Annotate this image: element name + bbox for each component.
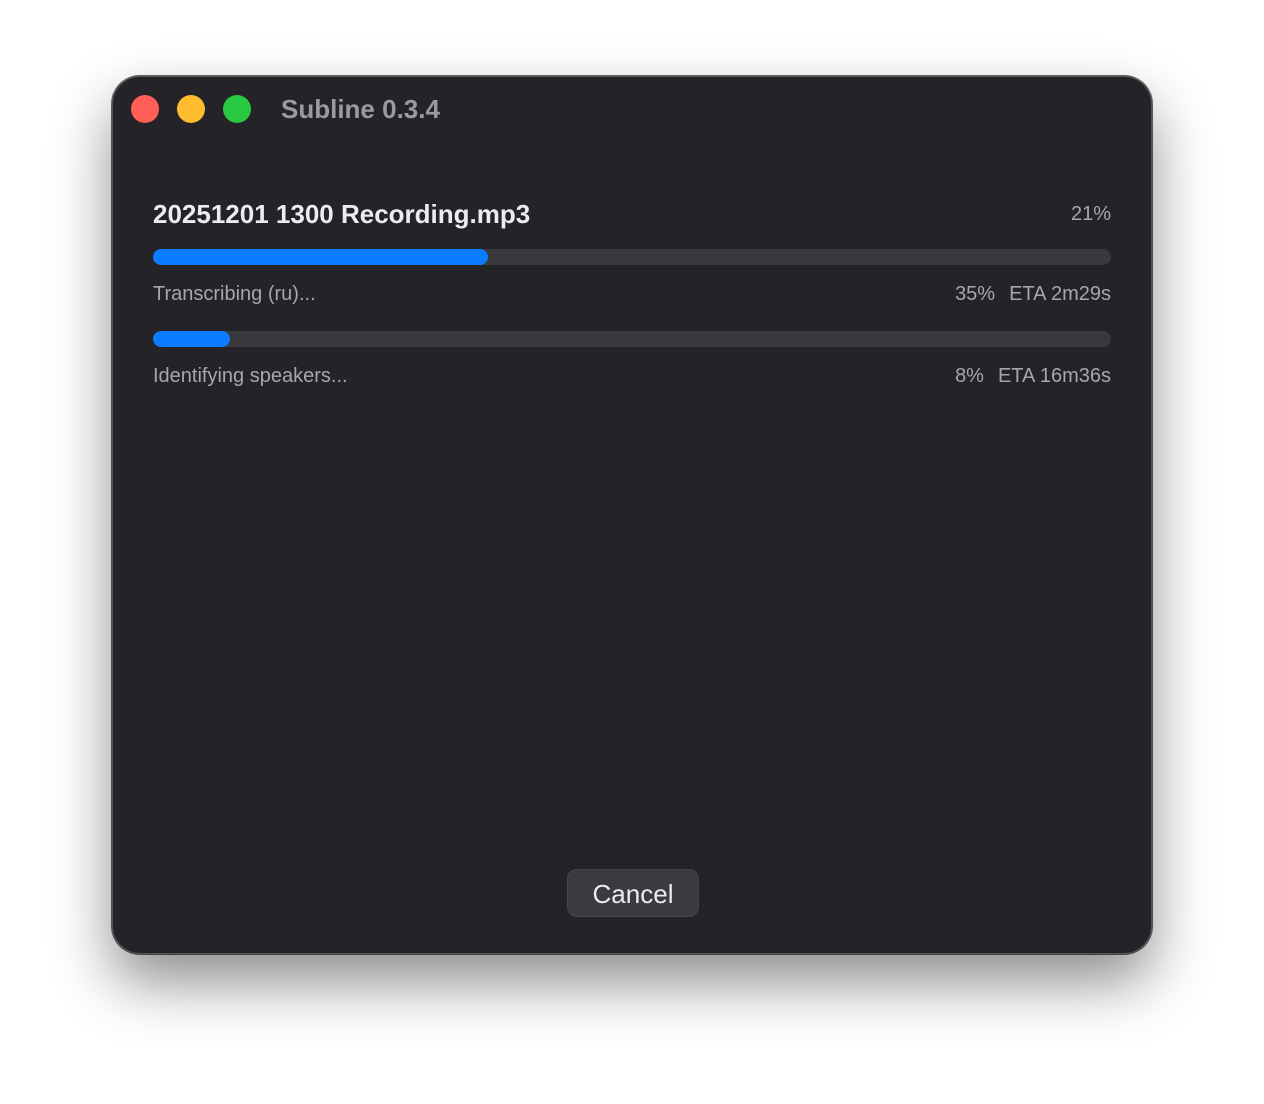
diarization-progress-bar bbox=[153, 331, 1111, 347]
transcription-percent: 35% bbox=[955, 283, 996, 305]
close-window-button[interactable] bbox=[131, 95, 159, 123]
window-title: Subline 0.3.4 bbox=[281, 94, 440, 124]
transcription-stats: 35% ETA 2m29s bbox=[955, 279, 1111, 309]
diarization-label: Identifying speakers... bbox=[153, 365, 348, 387]
diarization-progress-fill bbox=[153, 331, 230, 347]
diarization-percent: 8% bbox=[955, 365, 984, 387]
overall-percent: 21% bbox=[1070, 203, 1111, 225]
transcription-eta: ETA 2m29s bbox=[1009, 283, 1111, 305]
transcription-progress-fill bbox=[153, 249, 489, 265]
minimize-window-button[interactable] bbox=[177, 95, 205, 123]
transcription-progress-bar bbox=[153, 249, 1111, 265]
diarization-status: Identifying speakers... 8% ETA 16m36s bbox=[153, 361, 1111, 391]
diarization-eta: ETA 16m36s bbox=[997, 365, 1111, 387]
zoom-window-button[interactable] bbox=[223, 95, 251, 123]
progress-window: Subline 0.3.4 20251201 1300 Recording.mp… bbox=[112, 76, 1152, 954]
diarization-stats: 8% ETA 16m36s bbox=[955, 361, 1111, 391]
transcription-status: Transcribing (ru)... 35% ETA 2m29s bbox=[153, 279, 1111, 309]
transcription-label: Transcribing (ru)... bbox=[153, 283, 316, 305]
file-header: 20251201 1300 Recording.mp3 21% bbox=[153, 197, 1111, 231]
cancel-button[interactable]: Cancel bbox=[567, 869, 699, 917]
file-name: 20251201 1300 Recording.mp3 bbox=[153, 199, 531, 229]
